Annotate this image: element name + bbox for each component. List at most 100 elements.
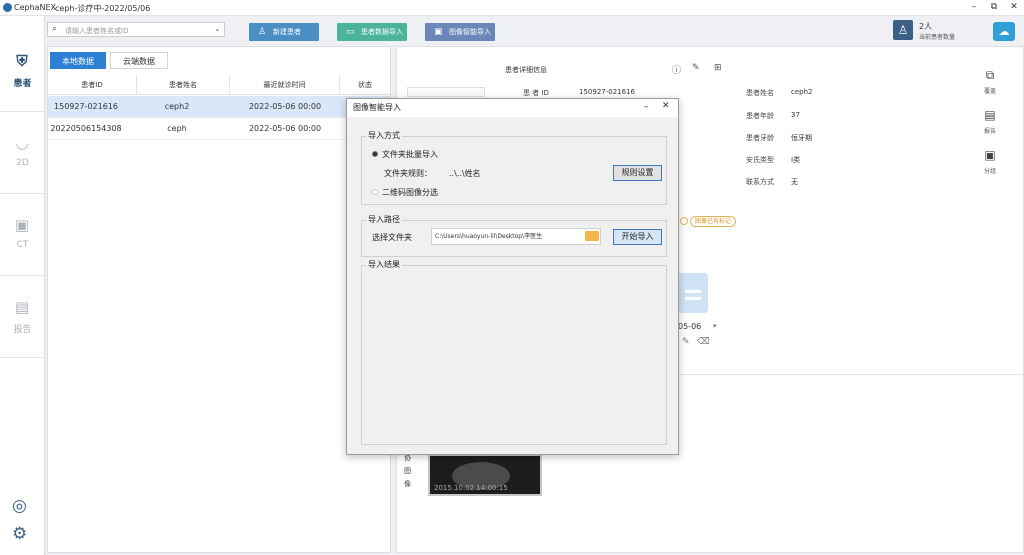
- smart-import-dialog: 图像智能导入 – ✕ 导入方式 文件夹批量导入 文件夹规则： ..\..\姓名 …: [346, 98, 679, 455]
- folder-rule-label: 文件夹规则：: [384, 169, 432, 178]
- column-header-id[interactable]: 患者ID: [48, 75, 137, 95]
- ct-thumbnail[interactable]: 2015.10.02 14:00:15: [428, 454, 542, 496]
- search-icon: ⌕: [52, 24, 58, 34]
- report-icon: ▤: [14, 298, 30, 316]
- app-name: CephaNEX: [14, 3, 57, 12]
- patient-photo: [407, 87, 485, 97]
- column-header-status[interactable]: 状态: [340, 75, 390, 95]
- user-icon[interactable]: ◎: [12, 496, 27, 516]
- title-bar: CephaNEX ceph-诊疗中-2022/05/06 – ⧉ ✕: [0, 0, 1024, 16]
- status-badge: 图像已有标记: [690, 216, 737, 227]
- minimize-button[interactable]: –: [966, 1, 982, 14]
- settings-icon[interactable]: ⚙: [12, 524, 27, 544]
- new-patient-button[interactable]: ♙ 新建患者: [249, 23, 319, 41]
- cell-time: 2022-05-06 00:00: [248, 102, 322, 111]
- nav-item-2d[interactable]: ◡ 2D: [0, 112, 45, 194]
- table-row[interactable]: 150927-021616 ceph2 2022-05-06 00:00: [48, 96, 390, 118]
- dialog-close-button[interactable]: ✕: [662, 101, 670, 115]
- image-section-label: 协 图 像: [404, 454, 411, 488]
- nav-label: 患者: [13, 79, 32, 89]
- help-icon[interactable]: ⓘ: [672, 63, 681, 76]
- import-data-button[interactable]: ▭ 患者数据导入: [337, 23, 407, 41]
- app-logo-icon: [3, 3, 12, 12]
- qrcode-label[interactable]: 二维码图像分选: [382, 187, 438, 198]
- field-value-dental-age: 恒牙期: [791, 134, 812, 142]
- group-label: 分组: [983, 168, 996, 175]
- nav-item-report[interactable]: ▤ 报告: [0, 276, 45, 358]
- group-icon[interactable]: ▣: [982, 147, 998, 163]
- import-path-title: 导入路径: [366, 214, 402, 225]
- field-label-age: 患者年龄: [746, 112, 774, 120]
- folder-line: [685, 297, 701, 300]
- import-mode-title: 导入方式: [366, 130, 402, 141]
- patient-icon: ⛨: [16, 52, 28, 70]
- choose-folder-label: 选择文件夹: [372, 233, 412, 242]
- side-nav: ⛨ 患者 ◡ 2D ▣ CT ▤ 报告 ◎ ⚙: [0, 16, 45, 555]
- field-label-contact: 联系方式: [746, 178, 774, 186]
- cell-id: 150927-021616: [54, 102, 118, 111]
- folder-line: [685, 290, 701, 293]
- field-label-dental-age: 患者牙龄: [746, 134, 774, 142]
- field-label-id: 患 者 ID: [523, 89, 549, 97]
- delete-icon[interactable]: ⌫: [697, 337, 710, 347]
- column-header-name[interactable]: 患者姓名: [137, 75, 230, 95]
- cell-time: 2022-05-06 00:00: [248, 124, 322, 133]
- patient-count-value: 2人: [919, 22, 933, 31]
- radio-qrcode[interactable]: [372, 189, 378, 195]
- smart-import-button[interactable]: ▣ 图像智能导入: [425, 23, 495, 41]
- close-button[interactable]: ✕: [1006, 1, 1022, 14]
- overlay-icon[interactable]: ⧉: [982, 67, 998, 83]
- nav-label: CT: [16, 240, 29, 250]
- nav-item-ct[interactable]: ▣ CT: [0, 194, 45, 276]
- field-label-angle-class: 安氏类型: [746, 156, 774, 164]
- rule-settings-button[interactable]: 规则设置: [613, 165, 662, 181]
- overlay-label: 覆盖: [983, 88, 996, 95]
- cell-id: 20220506154308: [50, 124, 122, 133]
- thumbnail-caption: 2015.10.02 14:00:15: [434, 484, 508, 492]
- nav-label: 报告: [13, 325, 32, 335]
- batch-label[interactable]: 文件夹批量导入: [382, 149, 438, 160]
- patient-count-label: 当前患者数量: [919, 34, 956, 41]
- patient-count-icon: ♙: [893, 20, 913, 40]
- maximize-button[interactable]: ⧉: [986, 1, 1002, 14]
- detail-title: 患者详细信息: [505, 66, 547, 74]
- export-icon[interactable]: ⊞: [714, 63, 722, 73]
- cell-name: ceph2: [164, 102, 190, 111]
- chevron-down-icon[interactable]: ⌄: [214, 24, 221, 33]
- field-value-id: 150927-021616: [579, 88, 635, 96]
- tab-local-data[interactable]: 本地数据: [50, 52, 106, 69]
- window-title: ceph-诊疗中-2022/05/06: [55, 4, 151, 13]
- field-value-name: ceph2: [791, 88, 813, 96]
- cloud-sync-icon[interactable]: ☁: [993, 22, 1015, 41]
- image-import-icon: ▣: [434, 27, 443, 37]
- folder-browse-icon[interactable]: [585, 231, 599, 241]
- report-icon[interactable]: ▤: [982, 107, 998, 123]
- search-box[interactable]: ⌕ 请输入患者姓名或ID ⌄: [47, 22, 225, 37]
- ct-icon: ▣: [14, 216, 30, 234]
- field-value-age: 37: [791, 111, 800, 119]
- chevron-down-icon[interactable]: ▾: [713, 322, 717, 330]
- start-import-button[interactable]: 开始导入: [613, 229, 662, 245]
- table-row[interactable]: 20220506154308 ceph 2022-05-06 00:00: [48, 118, 390, 140]
- radio-batch[interactable]: [372, 151, 378, 157]
- 2d-icon: ◡: [15, 134, 29, 152]
- field-value-angle-class: I类: [791, 156, 801, 164]
- folder-rule-value: ..\..\姓名: [449, 169, 481, 178]
- search-placeholder: 请输入患者姓名或ID: [65, 27, 129, 35]
- folder-path-input[interactable]: C:\Users\huaoyun-lil\Desktop\李医生: [431, 228, 601, 245]
- edit-icon[interactable]: ✎: [692, 63, 700, 73]
- dialog-minimize-button[interactable]: –: [644, 102, 649, 116]
- dialog-title: 图像智能导入: [347, 99, 678, 117]
- column-header-time[interactable]: 最近就诊时间: [230, 75, 340, 95]
- field-value-contact: 无: [791, 178, 798, 186]
- status-dot: [680, 217, 688, 225]
- edit-icon[interactable]: ✎: [682, 337, 690, 347]
- import-result-group: [361, 265, 667, 445]
- cell-name: ceph: [167, 124, 187, 133]
- nav-item-patient[interactable]: ⛨ 患者: [0, 30, 45, 112]
- tab-cloud-data[interactable]: 云端数据: [110, 52, 168, 69]
- add-user-icon: ♙: [258, 27, 267, 37]
- visit-date: 05-06: [678, 322, 702, 331]
- report-label: 报告: [983, 128, 996, 135]
- import-icon: ▭: [346, 27, 355, 37]
